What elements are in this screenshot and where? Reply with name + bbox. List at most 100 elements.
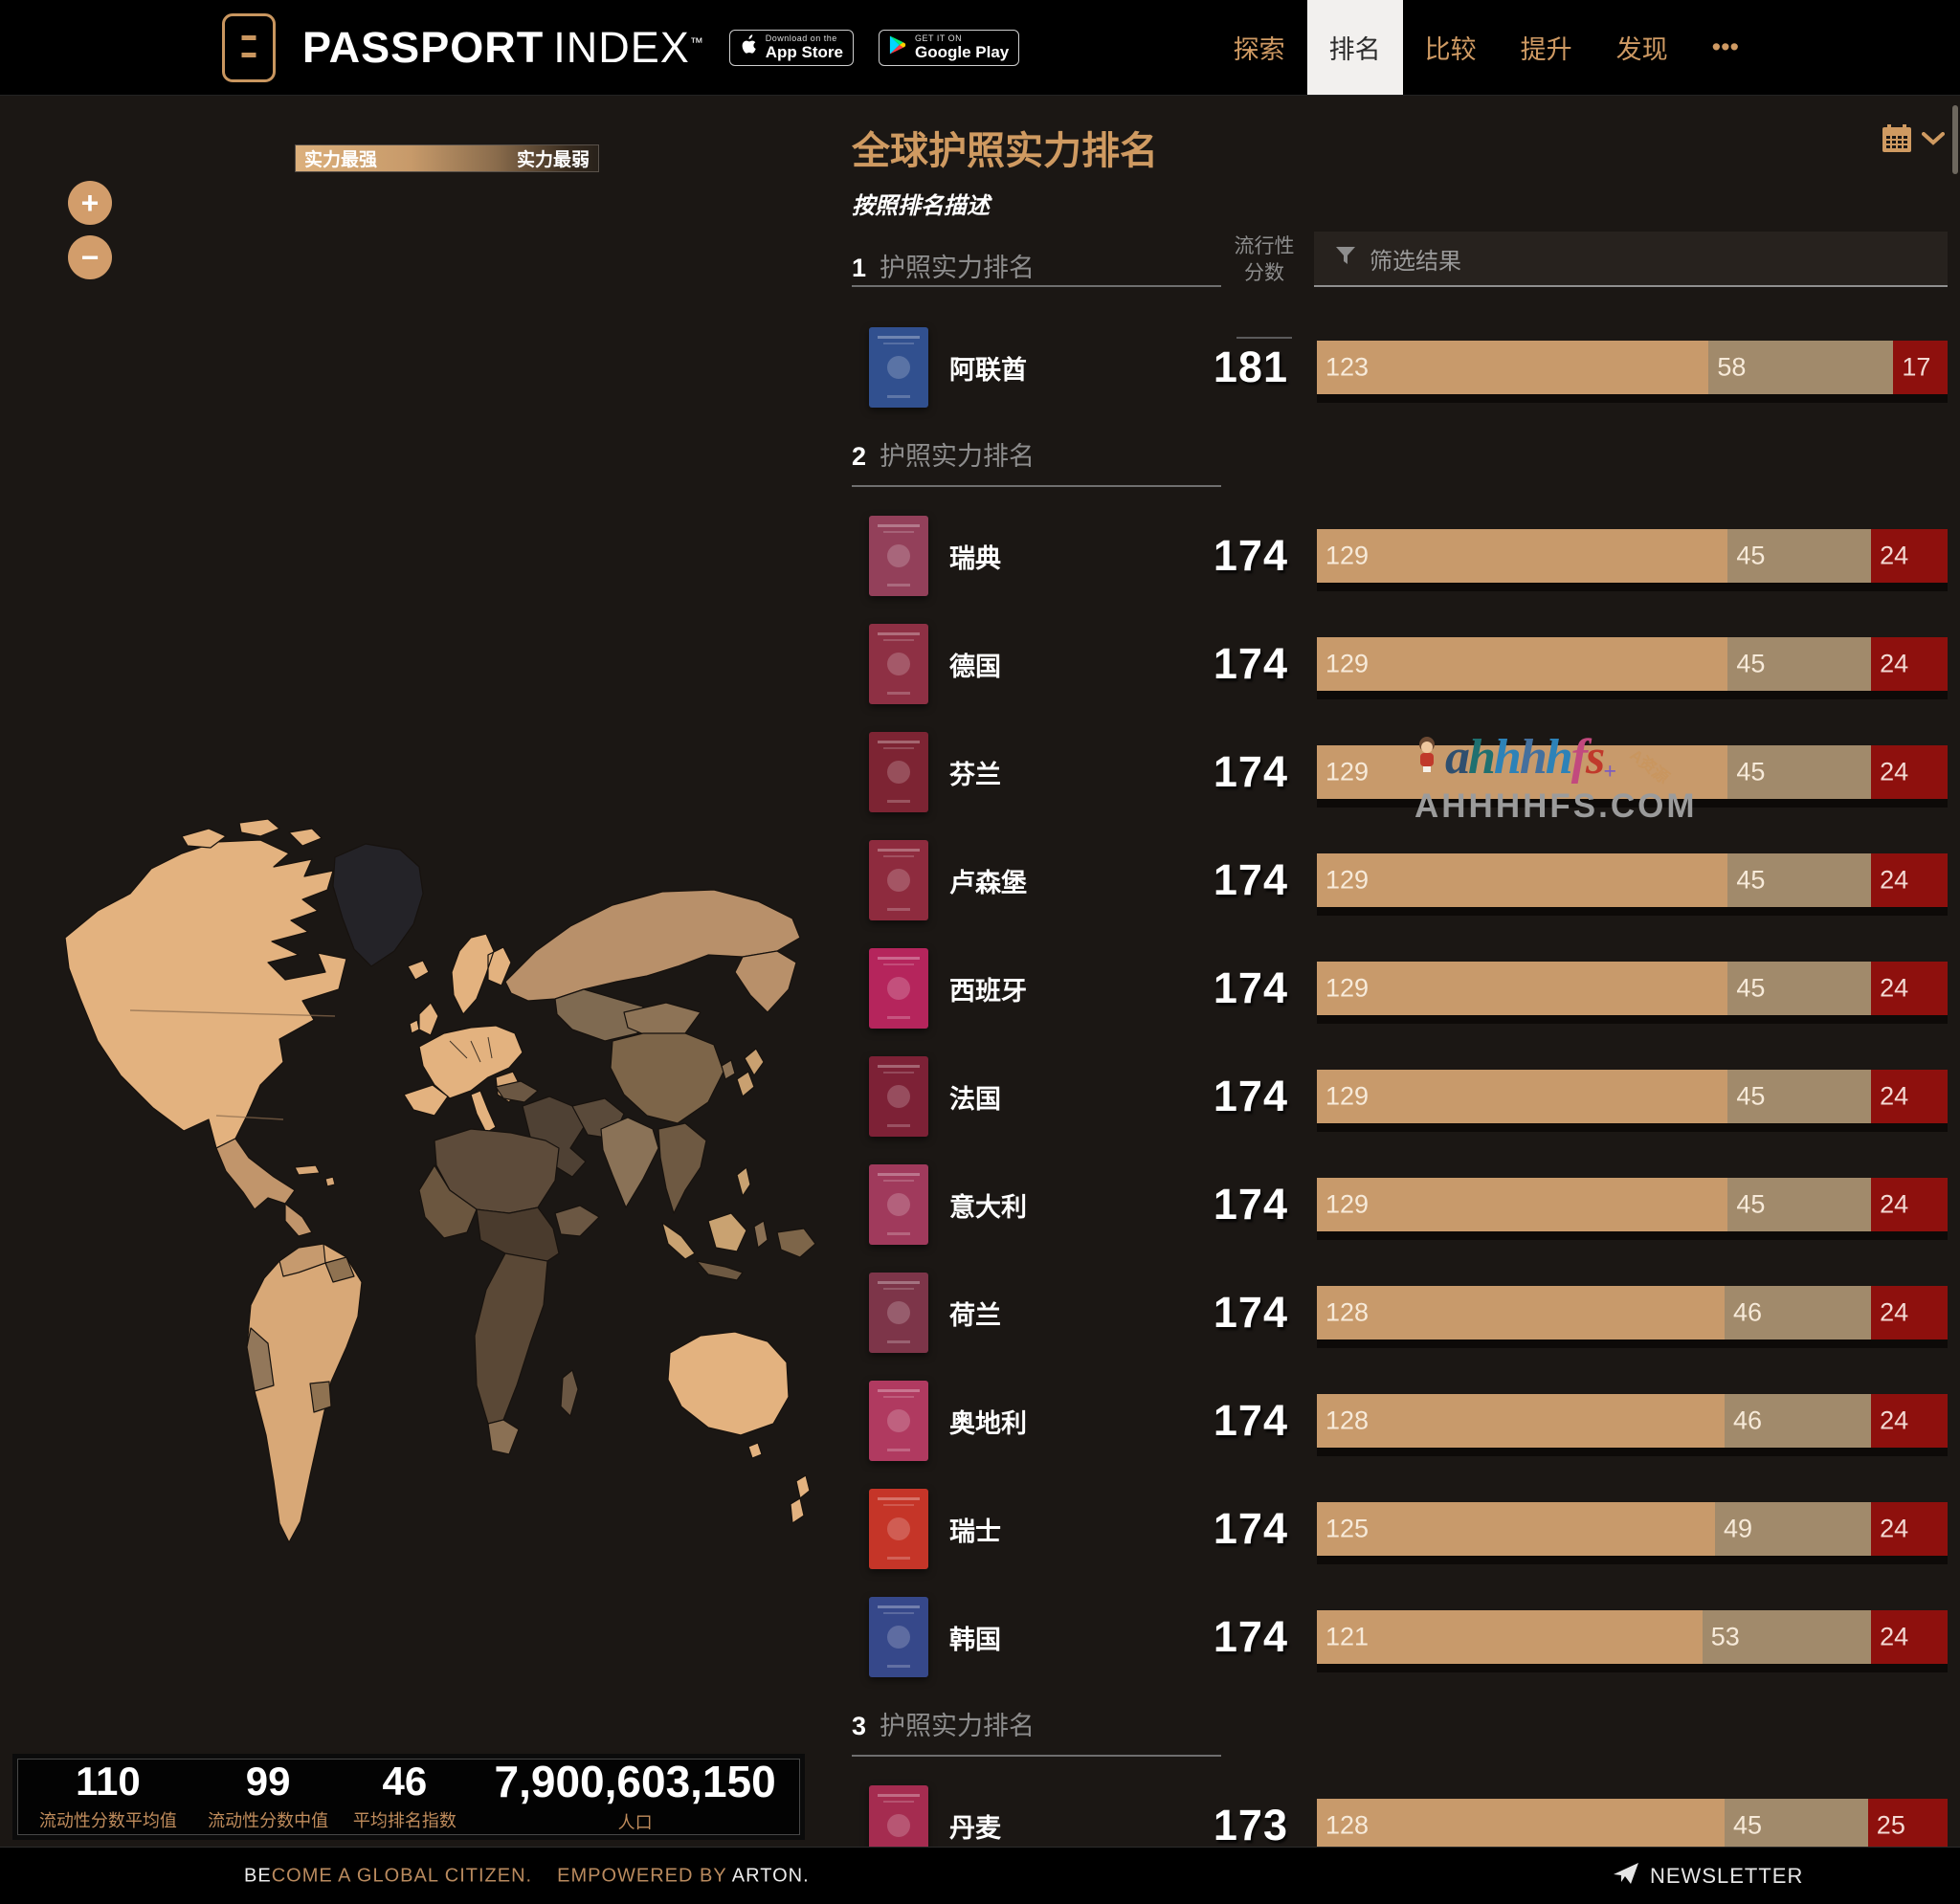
- country-name: 法国: [949, 1078, 1166, 1116]
- page-footer: BECOME A GLOBAL CITIZEN.EMPOWERED BY ART…: [0, 1847, 1960, 1904]
- country-name: 奥地利: [949, 1403, 1166, 1440]
- stat-value: 7,900,603,150: [495, 1760, 776, 1804]
- section-rank: 3: [852, 1712, 866, 1740]
- passport-thumbnail: [869, 327, 928, 408]
- segment-value: 128: [1325, 1298, 1369, 1328]
- map-zoom-out-button[interactable]: −: [68, 235, 112, 279]
- country-name: 韩国: [949, 1619, 1166, 1656]
- map-central-africa[interactable]: [477, 1207, 559, 1261]
- map-java[interactable]: [697, 1261, 743, 1280]
- google-play-badge[interactable]: GET IT ON Google Play: [879, 30, 1019, 66]
- map-greenland[interactable]: [333, 844, 423, 966]
- country-name: 芬兰: [949, 754, 1166, 791]
- map-zoom-in-button[interactable]: +: [68, 181, 112, 225]
- map-tasmania[interactable]: [748, 1443, 762, 1458]
- map-papua[interactable]: [777, 1229, 815, 1257]
- ranking-row[interactable]: 瑞士1741254924: [852, 1489, 1960, 1569]
- newsletter-link[interactable]: NEWSLETTER: [1614, 1863, 1803, 1890]
- map-south-africa[interactable]: [488, 1420, 519, 1454]
- segment-value: 24: [1880, 1515, 1908, 1544]
- map-madagascar[interactable]: [561, 1370, 578, 1416]
- bar-segment-visa-free: 128: [1317, 1394, 1725, 1448]
- map-horn-of-africa[interactable]: [555, 1206, 599, 1236]
- popularity-bar: 1294524: [1317, 529, 1948, 583]
- app-store-badge[interactable]: Download on the App Store: [729, 30, 854, 66]
- map-new-zealand[interactable]: [791, 1475, 810, 1523]
- ranking-row[interactable]: 德国1741294524: [852, 624, 1960, 704]
- map-caribbean[interactable]: [295, 1165, 335, 1186]
- ranking-row[interactable]: 韩国1741215324: [852, 1597, 1960, 1677]
- map-australia[interactable]: [668, 1332, 789, 1435]
- date-selector[interactable]: [1882, 124, 1945, 158]
- passport-thumbnail: [869, 1785, 928, 1847]
- bar-segment-visa-free: 129: [1317, 529, 1727, 583]
- ranking-row[interactable]: 瑞典1741294524: [852, 516, 1960, 596]
- segment-value: 123: [1325, 353, 1369, 383]
- ranking-row[interactable]: 芬兰1741294524: [852, 732, 1960, 812]
- segment-value: 46: [1733, 1406, 1762, 1436]
- map-japan[interactable]: [737, 1049, 764, 1096]
- section-rule: [852, 485, 1221, 487]
- ranking-row[interactable]: 法国1741294524: [852, 1056, 1960, 1137]
- map-iceland[interactable]: [408, 961, 429, 980]
- filter-results-control[interactable]: 筛选结果: [1314, 232, 1948, 287]
- ranking-row[interactable]: 阿联酋1811235817: [852, 327, 1960, 408]
- mobility-score: 174: [1166, 531, 1288, 581]
- bar-segment-visa-required: 17: [1893, 341, 1948, 394]
- map-central-america[interactable]: [216, 1139, 312, 1236]
- ranking-row[interactable]: 西班牙1741294524: [852, 948, 1960, 1029]
- mobility-score: 174: [1166, 855, 1288, 905]
- nav-item-6[interactable]: •••: [1690, 0, 1761, 95]
- popularity-score-column-header: 流行性 分数: [1229, 233, 1300, 288]
- map-south-america[interactable]: [247, 1244, 362, 1542]
- segment-value: 45: [1736, 542, 1765, 571]
- section-rank: 1: [852, 254, 866, 282]
- ranking-row[interactable]: 奥地利1741284624: [852, 1381, 1960, 1461]
- section-rank: 2: [852, 442, 866, 471]
- passport-logo-icon[interactable]: [222, 13, 276, 82]
- country-name: 阿联酋: [949, 349, 1166, 387]
- passport-thumbnail: [869, 1597, 928, 1677]
- segment-value: 24: [1880, 866, 1908, 896]
- ranking-row[interactable]: 丹麦1731284525: [852, 1785, 1960, 1847]
- map-russia-far-east[interactable]: [735, 951, 796, 1012]
- passport-thumbnail: [869, 624, 928, 704]
- map-china[interactable]: [611, 1033, 724, 1123]
- map-india[interactable]: [601, 1118, 658, 1207]
- site-header: PASSPORTINDEX™ Download on the App Store: [0, 0, 1960, 96]
- ranking-row[interactable]: 意大利1741294524: [852, 1164, 1960, 1245]
- bar-segment-visa-required: 24: [1871, 1394, 1948, 1448]
- map-sulawesi[interactable]: [754, 1221, 768, 1248]
- passport-thumbnail: [869, 1164, 928, 1245]
- stat-label: 平均排名指数: [353, 1807, 457, 1832]
- popularity-bar: 1294524: [1317, 853, 1948, 907]
- segment-value: 45: [1736, 1190, 1765, 1220]
- map-italy[interactable]: [471, 1091, 496, 1133]
- bar-segment-visa-required: 24: [1871, 745, 1948, 799]
- nav-item-4[interactable]: 提升: [1499, 0, 1594, 95]
- bar-segment-visa-on-arrival: 45: [1727, 1178, 1871, 1231]
- map-sa-bolivia[interactable]: [310, 1382, 331, 1412]
- ranking-row[interactable]: 卢森堡1741294524: [852, 840, 1960, 920]
- ranking-row[interactable]: 荷兰1741284624: [852, 1273, 1960, 1353]
- segment-value: 129: [1325, 1082, 1369, 1112]
- map-north-america[interactable]: [65, 840, 346, 1148]
- map-british-isles[interactable]: [410, 1003, 438, 1035]
- nav-item-3[interactable]: 比较: [1403, 0, 1499, 95]
- map-korea[interactable]: [722, 1060, 735, 1079]
- segment-value: 125: [1325, 1515, 1369, 1544]
- map-southern-africa[interactable]: [475, 1253, 547, 1424]
- map-indonesia[interactable]: [662, 1213, 746, 1259]
- map-southeast-asia[interactable]: [658, 1123, 706, 1213]
- nav-item-5[interactable]: 发现: [1594, 0, 1690, 95]
- mobility-score: 174: [1166, 963, 1288, 1013]
- scrollbar-thumb[interactable]: [1952, 105, 1958, 174]
- world-map[interactable]: [38, 811, 842, 1577]
- section-label: 护照实力排名: [880, 1712, 1035, 1740]
- nav-item-2[interactable]: 排名: [1307, 0, 1403, 95]
- map-scandinavia[interactable]: [452, 934, 511, 1014]
- popularity-bar: 1294524: [1317, 1070, 1948, 1123]
- nav-item-1[interactable]: 探索: [1212, 0, 1307, 95]
- segment-value: 24: [1880, 1406, 1908, 1436]
- map-philippines[interactable]: [737, 1167, 750, 1196]
